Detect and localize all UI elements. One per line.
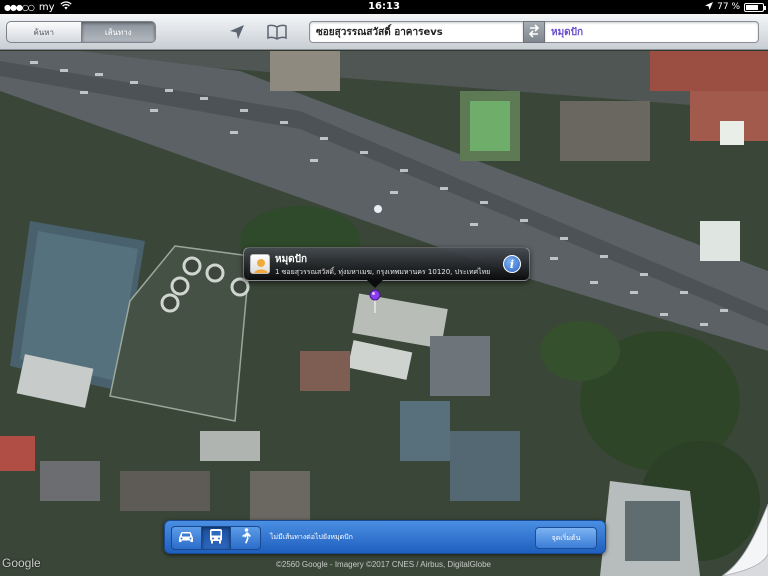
callout-address: 1 ซอยสุวรรณสวัสดิ์, ทุ่งมหาเมฆ, กรุงเทพม…: [275, 268, 491, 276]
swap-route-button[interactable]: [523, 21, 545, 43]
bookmarks-icon[interactable]: [266, 22, 288, 42]
route-status-message: ไม่มีเส้นทางต่อไปยังหมุดปัก: [270, 533, 353, 541]
page-curl-button[interactable]: [721, 503, 768, 576]
mode-walk-button[interactable]: [230, 527, 260, 549]
contact-avatar-icon: [250, 254, 270, 274]
info-icon: i: [509, 257, 515, 271]
status-bar: ●●●○○ my 16:13 77 %: [0, 0, 768, 14]
walk-icon: [240, 528, 252, 548]
transport-mode-selector: [171, 526, 261, 550]
battery-icon: [744, 2, 766, 12]
satellite-imagery: [0, 51, 768, 576]
info-button[interactable]: i: [503, 255, 521, 273]
car-icon: [177, 529, 195, 548]
google-logo: Google: [2, 556, 41, 570]
bus-icon: [209, 528, 223, 548]
start-location-field[interactable]: ซอยสุวรรณสวัสดิ์ อาคารevs: [309, 21, 523, 43]
start-point-button[interactable]: จุดเริ่มต้น: [535, 527, 597, 549]
search-directions-toggle: ค้นหา เส้นทาง: [6, 21, 156, 43]
clock: 16:13: [368, 1, 400, 12]
route-bar: ไม่มีเส้นทางต่อไปยังหมุดปัก จุดเริ่มต้น: [164, 520, 606, 554]
map-copyright: ©2560 Google - Imagery ©2017 CNES / Airb…: [276, 560, 492, 569]
maps-toolbar: ค้นหา เส้นทาง ซอยสุวรรณสวัสดิ์ อาคารevs …: [0, 14, 768, 50]
mode-transit-button[interactable]: [200, 527, 231, 549]
battery-percent: 77 %: [717, 2, 740, 12]
tab-directions[interactable]: เส้นทาง: [80, 22, 155, 42]
end-location-field[interactable]: หมุดปัก: [545, 21, 759, 43]
maps-screen: ●●●○○ my 16:13 77 % ค้นหา เส้นทาง ซอยสุว…: [0, 0, 768, 576]
mode-car-button[interactable]: [172, 527, 201, 549]
location-services-icon: [705, 1, 714, 13]
pin-callout[interactable]: หมุดปัก 1 ซอยสุวรรณสวัสดิ์, ทุ่งมหาเมฆ, …: [243, 247, 530, 288]
swap-icon: [528, 23, 540, 42]
location-arrow-icon[interactable]: [226, 22, 248, 42]
callout-title: หมุดปัก: [275, 254, 308, 265]
battery-level: [746, 4, 759, 10]
satellite-map[interactable]: [0, 51, 768, 576]
tab-search[interactable]: ค้นหา: [7, 22, 81, 42]
